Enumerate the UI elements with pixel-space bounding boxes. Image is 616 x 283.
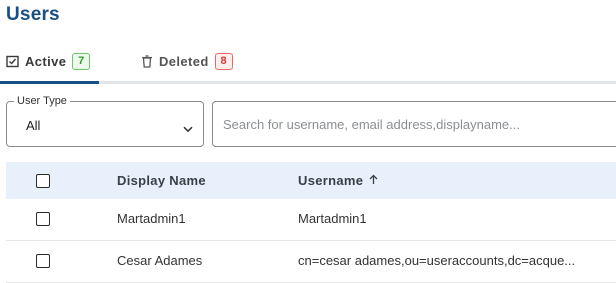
column-header-username[interactable]: Username bbox=[298, 173, 378, 188]
active-count-badge: 7 bbox=[72, 52, 91, 70]
chevron-down-icon bbox=[183, 120, 193, 138]
tab-active-label: Active bbox=[25, 53, 67, 69]
tab-deleted[interactable]: Deleted 8 bbox=[141, 48, 233, 74]
row-checkbox[interactable] bbox=[36, 212, 50, 226]
active-tab-indicator bbox=[0, 81, 99, 84]
search-input[interactable] bbox=[212, 101, 616, 147]
tab-deleted-label: Deleted bbox=[159, 53, 209, 69]
trash-icon bbox=[141, 54, 153, 68]
select-all-checkbox[interactable] bbox=[36, 174, 50, 188]
page-title: Users bbox=[6, 4, 60, 25]
user-type-value: All bbox=[26, 118, 41, 133]
cell-username: Martadmin1 bbox=[298, 211, 367, 226]
table-row[interactable]: Martadmin1 Martadmin1 bbox=[6, 199, 616, 241]
column-header-username-label: Username bbox=[298, 173, 364, 188]
column-header-display-name[interactable]: Display Name bbox=[117, 173, 206, 188]
cell-username: cn=cesar adames,ou=useraccounts,dc=acque… bbox=[298, 253, 576, 268]
tab-bar: Active 7 Deleted 8 bbox=[0, 48, 616, 84]
user-type-select[interactable]: User Type All bbox=[6, 94, 204, 147]
checkbox-check-icon bbox=[6, 55, 19, 68]
table-row[interactable]: Cesar Adames cn=cesar adames,ou=useracco… bbox=[6, 241, 616, 283]
user-type-label: User Type bbox=[14, 94, 70, 108]
tab-active[interactable]: Active 7 bbox=[6, 48, 91, 74]
users-table: Display Name Username Martadmin1 Martadm… bbox=[6, 162, 616, 283]
deleted-count-badge: 8 bbox=[214, 52, 233, 70]
row-checkbox[interactable] bbox=[36, 254, 50, 268]
cell-display-name: Martadmin1 bbox=[117, 211, 186, 226]
table-header: Display Name Username bbox=[6, 162, 616, 199]
cell-display-name: Cesar Adames bbox=[117, 253, 203, 268]
sort-ascending-icon bbox=[369, 173, 378, 188]
